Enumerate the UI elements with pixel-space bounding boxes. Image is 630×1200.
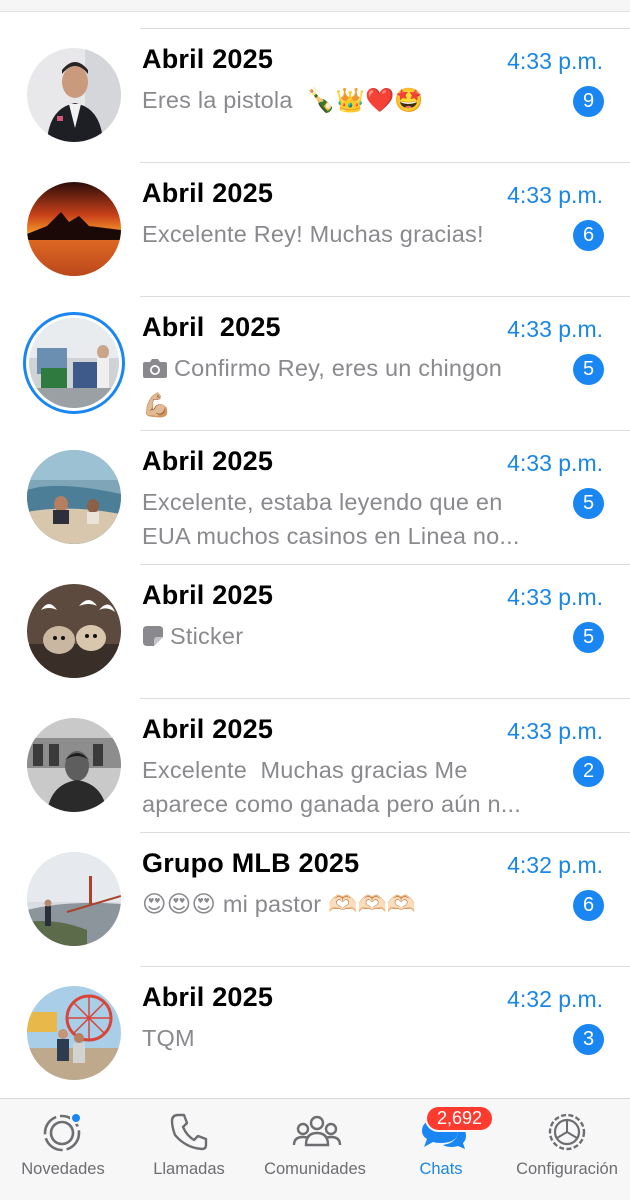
row-divider	[140, 698, 630, 699]
chat-name: Abril 2025	[142, 446, 274, 476]
tab-label: Comunidades	[264, 1160, 366, 1178]
tab-label: Configuración	[516, 1160, 618, 1178]
tab-settings[interactable]: Configuración	[504, 1099, 630, 1200]
tab-calls[interactable]: Llamadas	[126, 1099, 252, 1200]
chat-time: 4:32 p.m.	[507, 986, 603, 1012]
avatar[interactable]	[27, 584, 121, 678]
chat-time: 4:33 p.m.	[507, 450, 603, 476]
tab-label: Llamadas	[153, 1160, 225, 1178]
chats-unread-badge: 2,692	[425, 1105, 495, 1132]
avatar-with-status-ring[interactable]	[23, 312, 125, 414]
avatar[interactable]	[27, 182, 121, 276]
chat-name: Grupo MLB 2025	[142, 848, 360, 878]
unread-badge: 3	[573, 1024, 604, 1055]
chat-preview: Excelente Muchas gracias Me aparece como…	[142, 757, 521, 817]
chat-time: 4:33 p.m.	[507, 718, 603, 744]
chat-row[interactable]: Abril 2025 4:33 p.m. Excelente Rey! Much…	[0, 162, 630, 296]
unread-badge: 2	[573, 756, 604, 787]
unread-badge: 5	[573, 488, 604, 519]
chat-preview: 😍😍😍 mi pastor 🫶🏻🫶🏻🫶🏻	[142, 891, 417, 917]
chat-preview: Excelente, estaba leyendo que en EUA muc…	[142, 489, 520, 549]
avatar[interactable]	[27, 852, 121, 946]
top-bar-edge	[0, 0, 630, 12]
chat-time: 4:33 p.m.	[507, 48, 603, 74]
chat-time: 4:33 p.m.	[507, 316, 603, 342]
chat-time: 4:32 p.m.	[507, 852, 603, 878]
row-divider	[140, 162, 630, 163]
row-divider	[140, 832, 630, 833]
chat-preview-text: Sticker	[170, 623, 244, 649]
phone-icon	[166, 1109, 212, 1155]
chat-row[interactable]: Abril 2025 4:33 p.m. Confirmo Rey, eres …	[0, 296, 630, 430]
unread-badge: 6	[573, 220, 604, 251]
chat-name: Abril 2025	[142, 312, 281, 342]
sticker-icon	[142, 622, 164, 656]
unread-badge: 9	[573, 86, 604, 117]
tab-updates[interactable]: Novedades	[0, 1099, 126, 1200]
unread-badge: 6	[573, 890, 604, 921]
tab-communities[interactable]: Comunidades	[252, 1099, 378, 1200]
row-divider	[140, 430, 630, 431]
row-divider	[140, 296, 630, 297]
chat-name: Abril 2025	[142, 44, 274, 74]
chat-name: Abril 2025	[142, 714, 274, 744]
chat-preview: Confirmo Rey, eres un chingon 💪🏼	[142, 351, 532, 422]
avatar[interactable]	[27, 450, 121, 544]
chat-time: 4:33 p.m.	[507, 182, 603, 208]
row-divider	[140, 564, 630, 565]
chat-row[interactable]: Grupo MLB 2025 4:32 p.m. 😍😍😍 mi pastor 🫶…	[0, 832, 630, 966]
chat-preview: TQM	[142, 1025, 195, 1051]
tab-label: Novedades	[21, 1160, 105, 1178]
chat-row[interactable]: Abril 2025 4:33 p.m. Excelente Muchas gr…	[0, 698, 630, 832]
chat-name: Abril 2025	[142, 178, 274, 208]
avatar[interactable]	[27, 718, 121, 812]
avatar[interactable]	[27, 986, 121, 1080]
chat-name: Abril 2025	[142, 982, 274, 1012]
avatar[interactable]	[27, 48, 121, 142]
chat-name: Abril 2025	[142, 580, 274, 610]
unread-badge: 5	[573, 354, 604, 385]
communities-icon	[292, 1109, 342, 1155]
chat-row[interactable]: Abril 2025 4:32 p.m. TQM 3	[0, 966, 630, 1100]
unread-badge: 5	[573, 622, 604, 653]
row-divider	[140, 966, 630, 967]
chat-row[interactable]: Abril 2025 4:33 p.m. Excelente, estaba l…	[0, 430, 630, 564]
row-divider	[140, 28, 630, 29]
chat-preview: Excelente Rey! Muchas gracias!	[142, 221, 484, 247]
updates-icon	[40, 1109, 86, 1155]
tab-label: Chats	[419, 1160, 463, 1178]
chat-row[interactable]: Abril 2025 4:33 p.m. Sticker 5	[0, 564, 630, 698]
chat-preview-text: Confirmo Rey, eres un chingon 💪🏼	[142, 355, 509, 418]
camera-icon	[142, 354, 168, 388]
chat-time: 4:33 p.m.	[507, 584, 603, 610]
gear-icon	[544, 1109, 590, 1155]
chat-row[interactable]: Abril 2025 4:33 p.m. Eres la pistola 🍾👑❤…	[0, 28, 630, 162]
chat-preview: Eres la pistola 🍾👑❤️🤩	[142, 87, 424, 113]
chat-preview: Sticker	[142, 619, 532, 656]
tab-bar: Novedades Llamadas Comunidades Chats Con…	[0, 1098, 630, 1200]
